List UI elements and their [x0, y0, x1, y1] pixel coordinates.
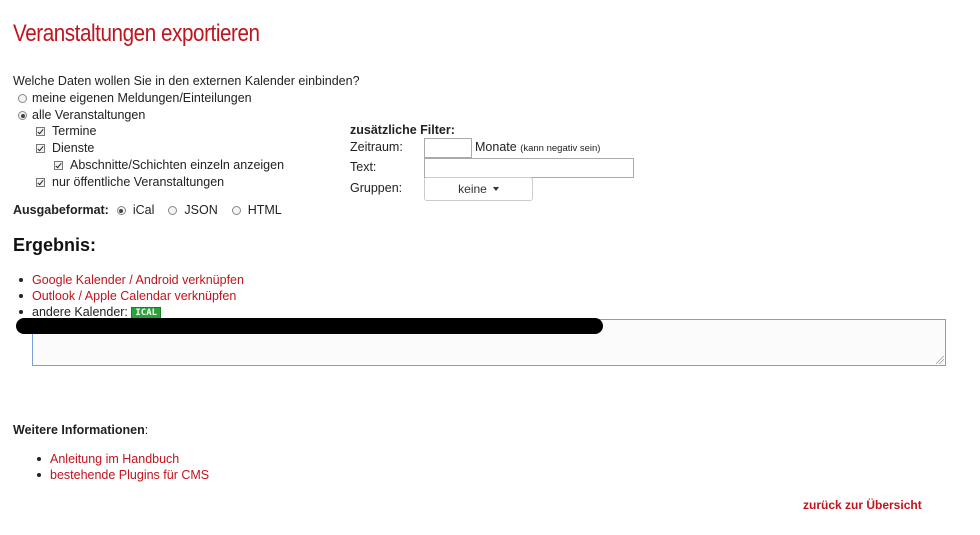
monate-label: Monate	[475, 140, 517, 154]
format-json-indicator[interactable]	[168, 206, 178, 215]
gruppen-label: Gruppen:	[350, 181, 403, 195]
checkbox-termine[interactable]: Termine	[36, 123, 96, 140]
monate-hint: (kann negativ sein)	[520, 143, 601, 154]
format-option-json[interactable]: JSON	[168, 202, 218, 219]
format-option-html[interactable]: HTML	[231, 202, 282, 219]
result-heading: Ergebnis:	[13, 235, 97, 255]
info-link-list: Anleitung im Handbuch bestehende Plugins…	[32, 451, 209, 483]
format-label: Ausgabeformat:	[13, 203, 109, 217]
monate-text: Monate (kann negativ sein)	[475, 139, 600, 157]
radio-own-label: meine eigenen Meldungen/Einteilungen	[32, 91, 252, 105]
redaction-bar	[16, 318, 603, 334]
filters-heading: zusätzliche Filter:	[350, 123, 455, 137]
checkbox-oeffentlich[interactable]: nur öffentliche Veranstaltungen	[36, 174, 224, 191]
checkbox-abschnitte-label: Abschnitte/Schichten einzeln anzeigen	[70, 158, 285, 172]
checkbox-oeffentlich-box[interactable]	[36, 178, 45, 187]
radio-all-indicator[interactable]	[18, 111, 27, 120]
zeitraum-input[interactable]	[424, 138, 472, 158]
chevron-down-icon	[492, 187, 499, 191]
zeitraum-label: Zeitraum:	[350, 140, 403, 154]
outlook-apple-link[interactable]: Outlook / Apple Calendar verknüpfen	[32, 289, 236, 303]
google-calendar-link[interactable]: Google Kalender / Android verknüpfen	[32, 273, 244, 287]
format-html-label: HTML	[247, 203, 282, 217]
format-json-label: JSON	[184, 203, 218, 217]
page-title: Veranstaltungen exportieren	[13, 20, 260, 47]
radio-all-events[interactable]: alle Veranstaltungen	[18, 107, 145, 124]
text-filter-input[interactable]	[424, 158, 634, 178]
list-item: Outlook / Apple Calendar verknüpfen	[14, 288, 244, 304]
format-ical-label: iCal	[132, 203, 155, 217]
manual-link[interactable]: Anleitung im Handbuch	[50, 452, 179, 466]
radio-all-label: alle Veranstaltungen	[32, 108, 146, 122]
checkbox-termine-label: Termine	[52, 124, 97, 138]
info-heading-row: Weitere Informationen:	[13, 422, 148, 439]
info-heading: Weitere Informationen	[13, 423, 145, 437]
list-item: bestehende Plugins für CMS	[32, 467, 209, 483]
checkbox-termine-box[interactable]	[36, 127, 45, 136]
checkbox-dienste[interactable]: Dienste	[36, 140, 94, 157]
list-item: Google Kalender / Android verknüpfen	[14, 272, 244, 288]
cms-plugins-link[interactable]: bestehende Plugins für CMS	[50, 468, 209, 482]
format-html-indicator[interactable]	[231, 206, 241, 215]
format-option-ical[interactable]: iCal	[116, 202, 155, 219]
text-filter-label: Text:	[350, 160, 377, 174]
checkbox-abschnitte-box[interactable]	[54, 161, 63, 170]
gruppen-dropdown[interactable]: keine	[424, 177, 533, 201]
question-text: Welche Daten wollen Sie in den externen …	[13, 74, 360, 88]
checkbox-dienste-box[interactable]	[36, 144, 45, 153]
format-ical-indicator[interactable]	[116, 206, 126, 215]
back-to-overview-link[interactable]: zurück zur Übersicht	[803, 497, 922, 514]
gruppen-value: keine	[458, 182, 487, 196]
info-heading-colon: :	[144, 423, 149, 437]
list-item: Anleitung im Handbuch	[32, 451, 209, 467]
other-calendar-label: andere Kalender:	[32, 305, 128, 319]
radio-own-entries[interactable]: meine eigenen Meldungen/Einteilungen	[18, 90, 252, 107]
checkbox-oeffentlich-label: nur öffentliche Veranstaltungen	[52, 175, 225, 189]
checkbox-dienste-label: Dienste	[52, 141, 95, 155]
result-link-list: Google Kalender / Android verknüpfen Out…	[14, 272, 244, 320]
radio-own-indicator[interactable]	[18, 94, 27, 103]
checkbox-abschnitte[interactable]: Abschnitte/Schichten einzeln anzeigen	[54, 157, 284, 174]
format-row: Ausgabeformat: iCal JSON HTML	[13, 202, 282, 219]
resize-handle-icon[interactable]	[936, 356, 944, 364]
